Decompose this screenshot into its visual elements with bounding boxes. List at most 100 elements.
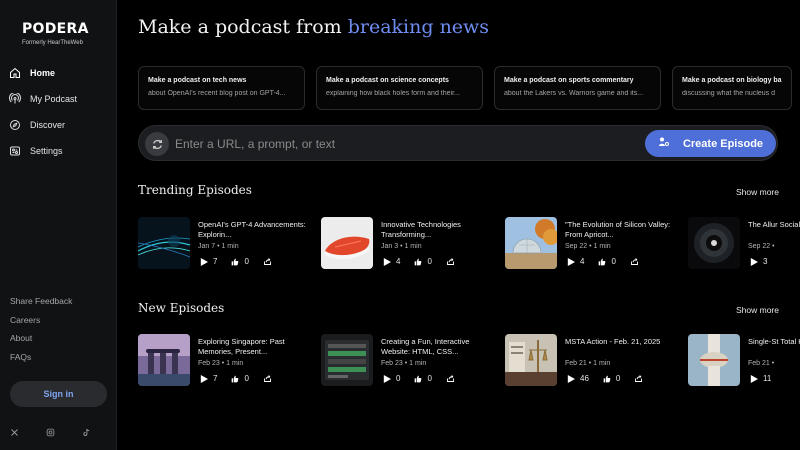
new-section-title: New Episodes bbox=[138, 301, 225, 315]
play-button[interactable]: 11 bbox=[750, 374, 771, 383]
episode-thumbnail bbox=[688, 217, 740, 269]
play-count: 4 bbox=[580, 257, 585, 266]
sidebar: PODERA Formerly HearTheWeb Home My Podca… bbox=[0, 0, 117, 450]
like-count: 0 bbox=[244, 257, 249, 266]
episode-meta: Feb 23 • 1 min bbox=[198, 360, 244, 367]
about-link[interactable]: About bbox=[10, 331, 72, 350]
share-icon bbox=[446, 258, 454, 265]
instagram-icon[interactable] bbox=[45, 427, 55, 437]
play-button[interactable]: 0 bbox=[383, 374, 400, 383]
episode-title: OpenAI's GPT-4 Advancements: Explorin... bbox=[198, 220, 306, 239]
brand-formerly: Formerly HearTheWeb bbox=[22, 40, 83, 46]
episode-actions: 46 0 bbox=[567, 374, 662, 383]
episode-thumbnail bbox=[321, 217, 373, 269]
brand-logo[interactable]: PODERA bbox=[22, 21, 89, 37]
thumbs-up-icon bbox=[603, 375, 611, 382]
prompt-input[interactable] bbox=[175, 132, 635, 156]
trending-show-more[interactable]: Show more bbox=[736, 187, 779, 197]
episode-thumbnail bbox=[688, 334, 740, 386]
share-icon bbox=[263, 258, 271, 265]
sidebar-item-home[interactable]: Home bbox=[0, 60, 117, 86]
suggestion-card-biology[interactable]: Make a podcast on biology ba discussing … bbox=[672, 66, 792, 110]
sign-in-button[interactable]: Sign in bbox=[10, 381, 107, 407]
like-button[interactable]: 0 bbox=[414, 374, 432, 383]
share-button[interactable] bbox=[446, 257, 460, 266]
refresh-icon[interactable] bbox=[145, 132, 169, 156]
like-count: 0 bbox=[427, 257, 432, 266]
play-icon bbox=[200, 257, 208, 266]
like-button[interactable]: 0 bbox=[603, 374, 620, 383]
suggestion-title: Make a podcast on science concepts bbox=[326, 77, 449, 84]
suggestion-title: Make a podcast on biology ba bbox=[682, 77, 782, 84]
compass-icon bbox=[9, 119, 21, 131]
sidebar-item-label: Settings bbox=[30, 146, 63, 156]
play-icon bbox=[383, 374, 391, 383]
episode-actions: 4 0 bbox=[567, 257, 658, 266]
episode-card[interactable]: Creating a Fun, Interactive Website: HTM… bbox=[321, 334, 491, 388]
play-icon bbox=[567, 257, 575, 266]
x-icon[interactable] bbox=[9, 427, 19, 437]
main-content: Make a podcast from breaking news Make a… bbox=[118, 0, 800, 450]
suggestion-card-sports[interactable]: Make a podcast on sports commentary abou… bbox=[494, 66, 661, 110]
episode-title: Creating a Fun, Interactive Website: HTM… bbox=[381, 337, 470, 356]
sidebar-nav: Home My Podcast Discover Settings bbox=[0, 60, 117, 164]
like-button[interactable]: 0 bbox=[231, 257, 249, 266]
episode-actions: 11 bbox=[750, 374, 785, 383]
like-button[interactable]: 0 bbox=[414, 257, 432, 266]
play-button[interactable]: 4 bbox=[567, 257, 584, 266]
episode-meta: Jan 3 • 1 min bbox=[381, 243, 422, 250]
share-button[interactable] bbox=[263, 257, 277, 266]
episode-thumbnail bbox=[321, 334, 373, 386]
episode-thumbnail bbox=[505, 217, 557, 269]
episode-card[interactable]: Innovative Technologies Transforming... … bbox=[321, 217, 491, 271]
play-button[interactable]: 7 bbox=[200, 374, 217, 383]
episode-card[interactable]: MSTA Action - Feb. 21, 2025 Feb 21 • 1 m… bbox=[505, 334, 675, 388]
episode-card[interactable]: OpenAI's GPT-4 Advancements: Explorin...… bbox=[138, 217, 308, 271]
like-count: 0 bbox=[615, 374, 621, 383]
headline-prefix: Make a podcast from bbox=[138, 16, 348, 38]
episode-card[interactable]: Exploring Singapore: Past Memories, Pres… bbox=[138, 334, 308, 388]
episode-actions: 7 0 bbox=[200, 374, 291, 383]
episode-card[interactable]: "The Evolution of Silicon Valley: From A… bbox=[505, 217, 675, 271]
thumbs-up-icon bbox=[599, 258, 606, 265]
episode-title: MSTA Action - Feb. 21, 2025 bbox=[565, 337, 661, 346]
new-show-more[interactable]: Show more bbox=[736, 305, 779, 315]
play-button[interactable]: 4 bbox=[383, 257, 400, 266]
play-button[interactable]: 7 bbox=[200, 257, 217, 266]
tiktok-icon[interactable] bbox=[81, 427, 91, 437]
sidebar-item-settings[interactable]: Settings bbox=[0, 138, 117, 164]
episode-meta: Sep 22 • 1 min bbox=[565, 243, 611, 250]
share-button[interactable] bbox=[446, 374, 460, 383]
share-button[interactable] bbox=[634, 374, 648, 383]
episode-card[interactable]: Single-St Total Kne Feb 21 • 11 bbox=[688, 334, 800, 388]
episode-card[interactable]: The Allur Social M Sep 22 • 3 bbox=[688, 217, 800, 271]
footer-links: Share Feedback Careers About FAQs bbox=[10, 294, 72, 368]
like-button[interactable]: 0 bbox=[231, 374, 249, 383]
episode-title: The Allur Social M bbox=[748, 220, 800, 229]
create-episode-label: Create Episode bbox=[682, 137, 764, 150]
sidebar-item-my-podcast[interactable]: My Podcast bbox=[0, 86, 117, 112]
page-headline: Make a podcast from breaking news bbox=[138, 16, 489, 38]
suggestion-desc: about the Lakers vs. Warriors game and i… bbox=[504, 90, 644, 97]
share-button[interactable] bbox=[263, 374, 277, 383]
play-button[interactable]: 3 bbox=[750, 257, 767, 266]
create-episode-button[interactable]: Create Episode bbox=[645, 130, 776, 157]
share-feedback-link[interactable]: Share Feedback bbox=[10, 294, 72, 313]
faqs-link[interactable]: FAQs bbox=[10, 350, 72, 369]
play-button[interactable]: 46 bbox=[567, 374, 589, 383]
episode-meta: Feb 23 • 1 min bbox=[381, 360, 427, 367]
prompt-bar: Create Episode bbox=[138, 125, 778, 161]
sidebar-item-label: My Podcast bbox=[30, 94, 78, 104]
suggestion-card-tech[interactable]: Make a podcast on tech news about OpenAI… bbox=[138, 66, 305, 110]
suggestion-title: Make a podcast on sports commentary bbox=[504, 77, 634, 84]
share-button[interactable] bbox=[630, 257, 644, 266]
play-count: 7 bbox=[213, 257, 218, 266]
thumbs-up-icon bbox=[415, 375, 422, 382]
careers-link[interactable]: Careers bbox=[10, 313, 72, 332]
episode-meta: Feb 21 • 1 min bbox=[565, 360, 611, 367]
episode-meta: Sep 22 • bbox=[748, 243, 775, 250]
suggestion-card-science[interactable]: Make a podcast on science concepts expla… bbox=[316, 66, 483, 110]
episode-thumbnail bbox=[505, 334, 557, 386]
like-button[interactable]: 0 bbox=[598, 257, 616, 266]
sidebar-item-discover[interactable]: Discover bbox=[0, 112, 117, 138]
